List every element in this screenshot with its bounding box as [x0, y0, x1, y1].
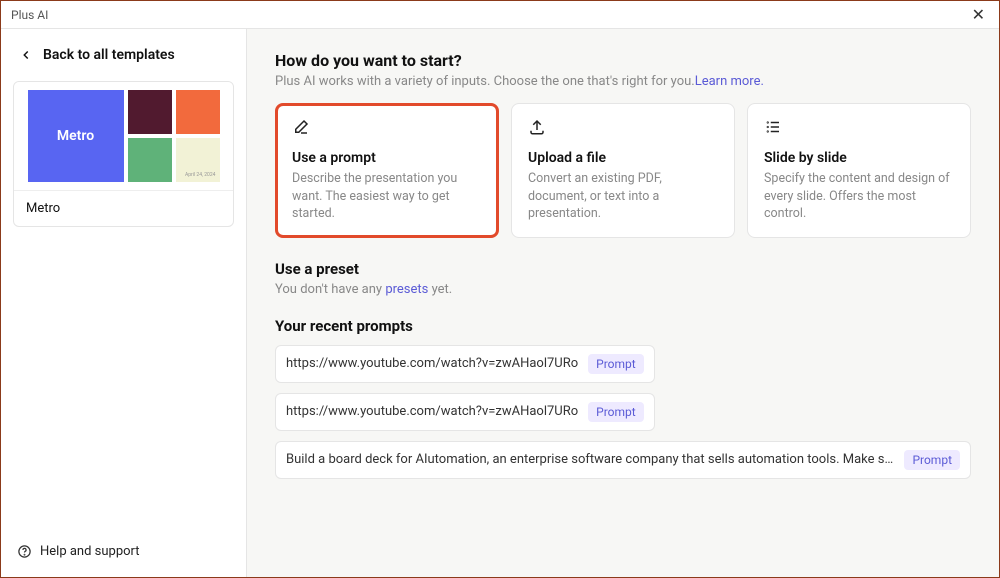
recent-prompt-item[interactable]: Build a board deck for AIutomation, an e…	[275, 441, 971, 479]
thumb-date: April 24, 2024	[176, 138, 220, 182]
learn-more-link[interactable]: Learn more.	[695, 74, 764, 89]
recent-prompt-text: https://www.youtube.com/watch?v=zwAHaol7…	[286, 356, 578, 371]
preset-heading: Use a preset	[275, 260, 971, 278]
prompt-badge: Prompt	[904, 450, 960, 470]
preset-subtitle: You don't have any presets yet.	[275, 282, 971, 297]
card-desc: Specify the content and design of every …	[764, 170, 954, 223]
help-and-support-button[interactable]: Help and support	[13, 536, 234, 563]
prompt-badge: Prompt	[588, 354, 644, 374]
card-title: Upload a file	[528, 150, 718, 166]
titlebar: Plus AI ✕	[1, 1, 999, 29]
close-icon[interactable]: ✕	[968, 5, 989, 24]
card-desc: Describe the presentation you want. The …	[292, 170, 482, 223]
back-to-templates-button[interactable]: Back to all templates	[13, 43, 234, 81]
back-label: Back to all templates	[43, 47, 175, 63]
start-options: Use a prompt Describe the presentation y…	[275, 103, 971, 238]
page-title: How do you want to start?	[275, 51, 971, 70]
page-subtitle: Plus AI works with a variety of inputs. …	[275, 74, 971, 89]
card-desc: Convert an existing PDF, document, or te…	[528, 170, 718, 223]
help-label: Help and support	[40, 544, 140, 559]
recent-prompt-text: Build a board deck for AIutomation, an e…	[286, 452, 894, 467]
thumb-label: Metro	[28, 90, 124, 182]
option-upload-a-file[interactable]: Upload a file Convert an existing PDF, d…	[511, 103, 735, 238]
edit-icon	[292, 118, 310, 136]
upload-icon	[528, 118, 546, 136]
template-name: Metro	[14, 190, 233, 226]
template-card[interactable]: Metro April 24, 2024 Metro	[13, 81, 234, 227]
window-title: Plus AI	[11, 8, 48, 22]
prompt-badge: Prompt	[588, 402, 644, 422]
chevron-left-icon	[19, 48, 33, 62]
app-body: Back to all templates Metro April 24, 20…	[1, 29, 999, 577]
list-icon	[764, 118, 782, 136]
recent-prompt-text: https://www.youtube.com/watch?v=zwAHaol7…	[286, 404, 578, 419]
card-title: Slide by slide	[764, 150, 954, 166]
recent-prompt-item[interactable]: https://www.youtube.com/watch?v=zwAHaol7…	[275, 345, 655, 383]
sidebar: Back to all templates Metro April 24, 20…	[1, 29, 247, 577]
help-icon	[17, 544, 32, 559]
recent-prompt-item[interactable]: https://www.youtube.com/watch?v=zwAHaol7…	[275, 393, 655, 431]
option-use-a-prompt[interactable]: Use a prompt Describe the presentation y…	[275, 103, 499, 238]
template-thumbnail: Metro April 24, 2024	[14, 82, 233, 190]
option-slide-by-slide[interactable]: Slide by slide Specify the content and d…	[747, 103, 971, 238]
card-title: Use a prompt	[292, 150, 482, 166]
recent-heading: Your recent prompts	[275, 317, 971, 335]
main-panel: How do you want to start? Plus AI works …	[247, 29, 999, 577]
presets-link[interactable]: presets	[385, 282, 428, 297]
